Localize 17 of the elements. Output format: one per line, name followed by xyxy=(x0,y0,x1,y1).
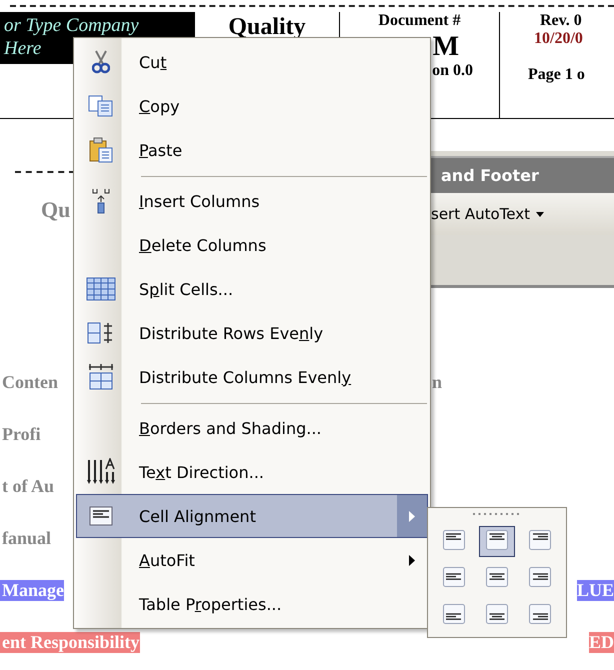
revision-date: 10/20/0 xyxy=(534,30,584,48)
document-title: Quality xyxy=(228,14,306,41)
document-text: ED xyxy=(588,632,614,652)
document-text: Conten xyxy=(1,372,58,392)
document-text: n xyxy=(432,372,442,392)
document-text: fanual xyxy=(1,528,52,548)
document-text: Profi xyxy=(1,424,41,444)
document-text: ent Responsibility xyxy=(0,632,140,652)
revision-label: Rev. 0 xyxy=(540,12,583,30)
document-code: M xyxy=(432,32,459,62)
heading-text: Qu xyxy=(41,197,72,223)
document-text: Manage xyxy=(0,580,64,600)
document-text: LUE xyxy=(576,580,614,600)
document-text: t of Au xyxy=(1,476,54,496)
document-version: on 0.0 xyxy=(432,62,473,80)
document-number-label: Document # xyxy=(378,12,461,30)
page-number: Page 1 o xyxy=(528,66,586,84)
